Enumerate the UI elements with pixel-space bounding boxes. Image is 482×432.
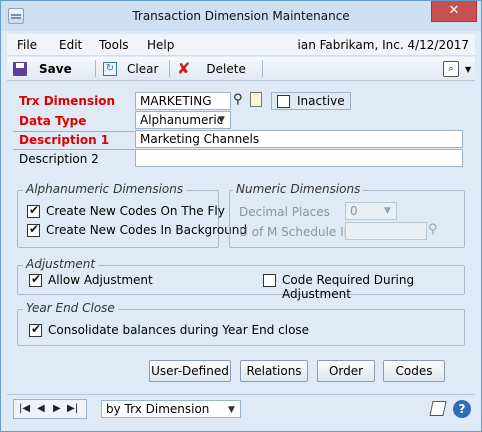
note-icon[interactable]: [250, 92, 262, 107]
alphanumeric-dimensions-title: Alphanumeric Dimensions: [23, 182, 187, 196]
consolidate-checkbox[interactable]: [29, 322, 42, 337]
codes-button[interactable]: Codes: [383, 360, 445, 382]
create-on-fly-checkbox[interactable]: [27, 203, 40, 218]
status-bar: |◀ ◀ ▶ ▶| by Trx Dimension ▼ ?: [7, 394, 475, 424]
description1-label: Description 1: [19, 133, 110, 147]
toolbar-separator: [95, 60, 96, 77]
year-end-close-title: Year End Close: [23, 301, 118, 315]
allow-adjustment-label: Allow Adjustment: [48, 273, 153, 287]
delete-button[interactable]: ✘ Delete: [177, 60, 246, 78]
window-title: Transaction Dimension Maintenance: [132, 9, 350, 23]
clear-icon: ↻: [103, 62, 117, 76]
title-bar: Transaction Dimension Maintenance ✕: [1, 1, 481, 31]
last-record-icon[interactable]: ▶|: [67, 403, 78, 414]
company-name: Fabrikam, Inc.: [319, 38, 404, 52]
previous-record-icon[interactable]: ◀: [37, 403, 45, 414]
chevron-down-icon: ▼: [384, 206, 391, 216]
data-type-select[interactable]: Alphanumeric: [135, 111, 231, 129]
save-button[interactable]: Save: [13, 60, 72, 78]
save-label: Save: [39, 62, 72, 76]
relations-button[interactable]: Relations: [240, 360, 308, 382]
menu-tools[interactable]: Tools: [99, 38, 129, 52]
create-on-fly-label: Create New Codes On The Fly: [46, 204, 225, 218]
lookup-icon[interactable]: ⚲: [233, 92, 247, 108]
user-date: 4/12/2017: [407, 38, 469, 52]
delete-label: Delete: [206, 62, 246, 76]
alphanumeric-dimensions-group: [17, 190, 219, 248]
printer-icon: ⌕: [443, 61, 459, 77]
uom-schedule-label: U of M Schedule ID: [239, 225, 353, 239]
clear-button[interactable]: ↻ Clear: [103, 60, 158, 78]
next-record-icon[interactable]: ▶: [53, 403, 61, 414]
note-icon[interactable]: [429, 401, 447, 416]
trx-dimension-label: Trx Dimension: [19, 94, 116, 108]
menu-help[interactable]: Help: [147, 38, 174, 52]
sort-by-value: by Trx Dimension: [106, 402, 210, 416]
first-record-icon[interactable]: |◀: [19, 403, 30, 414]
create-in-background-label: Create New Codes In Background: [46, 223, 248, 237]
description2-input[interactable]: [135, 149, 463, 167]
allow-adjustment-checkbox[interactable]: [29, 272, 42, 287]
toolbar: Save ↻ Clear ✘ Delete ⌕ ▼: [7, 57, 475, 81]
sort-by-select[interactable]: by Trx Dimension: [101, 400, 241, 418]
adjustment-title: Adjustment: [23, 257, 99, 271]
chevron-down-icon: ▼: [218, 115, 225, 125]
user-company-date: ian Fabrikam, Inc. 4/12/2017: [298, 38, 470, 52]
user-name: ian: [297, 38, 316, 52]
delete-icon: ✘: [177, 59, 191, 78]
close-button[interactable]: ✕: [431, 1, 477, 22]
description1-input[interactable]: Marketing Channels: [135, 130, 463, 148]
inactive-label: Inactive: [297, 94, 345, 108]
menu-edit[interactable]: Edit: [59, 38, 82, 52]
code-required-checkbox[interactable]: [263, 274, 276, 287]
consolidate-label: Consolidate balances during Year End clo…: [48, 323, 310, 337]
create-in-background-checkbox[interactable]: [27, 222, 40, 237]
order-button[interactable]: Order: [317, 360, 375, 382]
toolbar-separator: [262, 60, 263, 77]
inactive-checkbox[interactable]: [277, 95, 290, 108]
decimal-places-label: Decimal Places: [239, 205, 330, 219]
print-options-button[interactable]: ⌕ ▼: [443, 60, 471, 78]
code-required-label: Code Required During Adjustment: [282, 273, 415, 301]
description2-label: Description 2: [19, 152, 99, 166]
save-icon: [13, 62, 27, 76]
help-icon[interactable]: ?: [453, 400, 471, 418]
window: Transaction Dimension Maintenance ✕ File…: [0, 0, 482, 432]
numeric-dimensions-title: Numeric Dimensions: [233, 182, 364, 196]
menu-file[interactable]: File: [17, 38, 37, 52]
data-type-label: Data Type: [19, 114, 87, 128]
chevron-down-icon: ▼: [465, 64, 472, 74]
trx-dimension-input[interactable]: MARKETING: [135, 92, 231, 110]
uom-schedule-input: [345, 222, 427, 240]
data-type-value: Alphanumeric: [140, 113, 224, 127]
form-area: Trx Dimension MARKETING ⚲ Inactive Data …: [7, 82, 475, 390]
clear-label: Clear: [127, 62, 159, 76]
chevron-down-icon: ▼: [228, 405, 235, 415]
user-defined-button[interactable]: User-Defined: [149, 360, 231, 382]
toolbar-separator: [169, 60, 170, 77]
lookup-icon: ⚲: [428, 222, 438, 237]
menu-bar: File Edit Tools Help ian Fabrikam, Inc. …: [7, 34, 475, 56]
